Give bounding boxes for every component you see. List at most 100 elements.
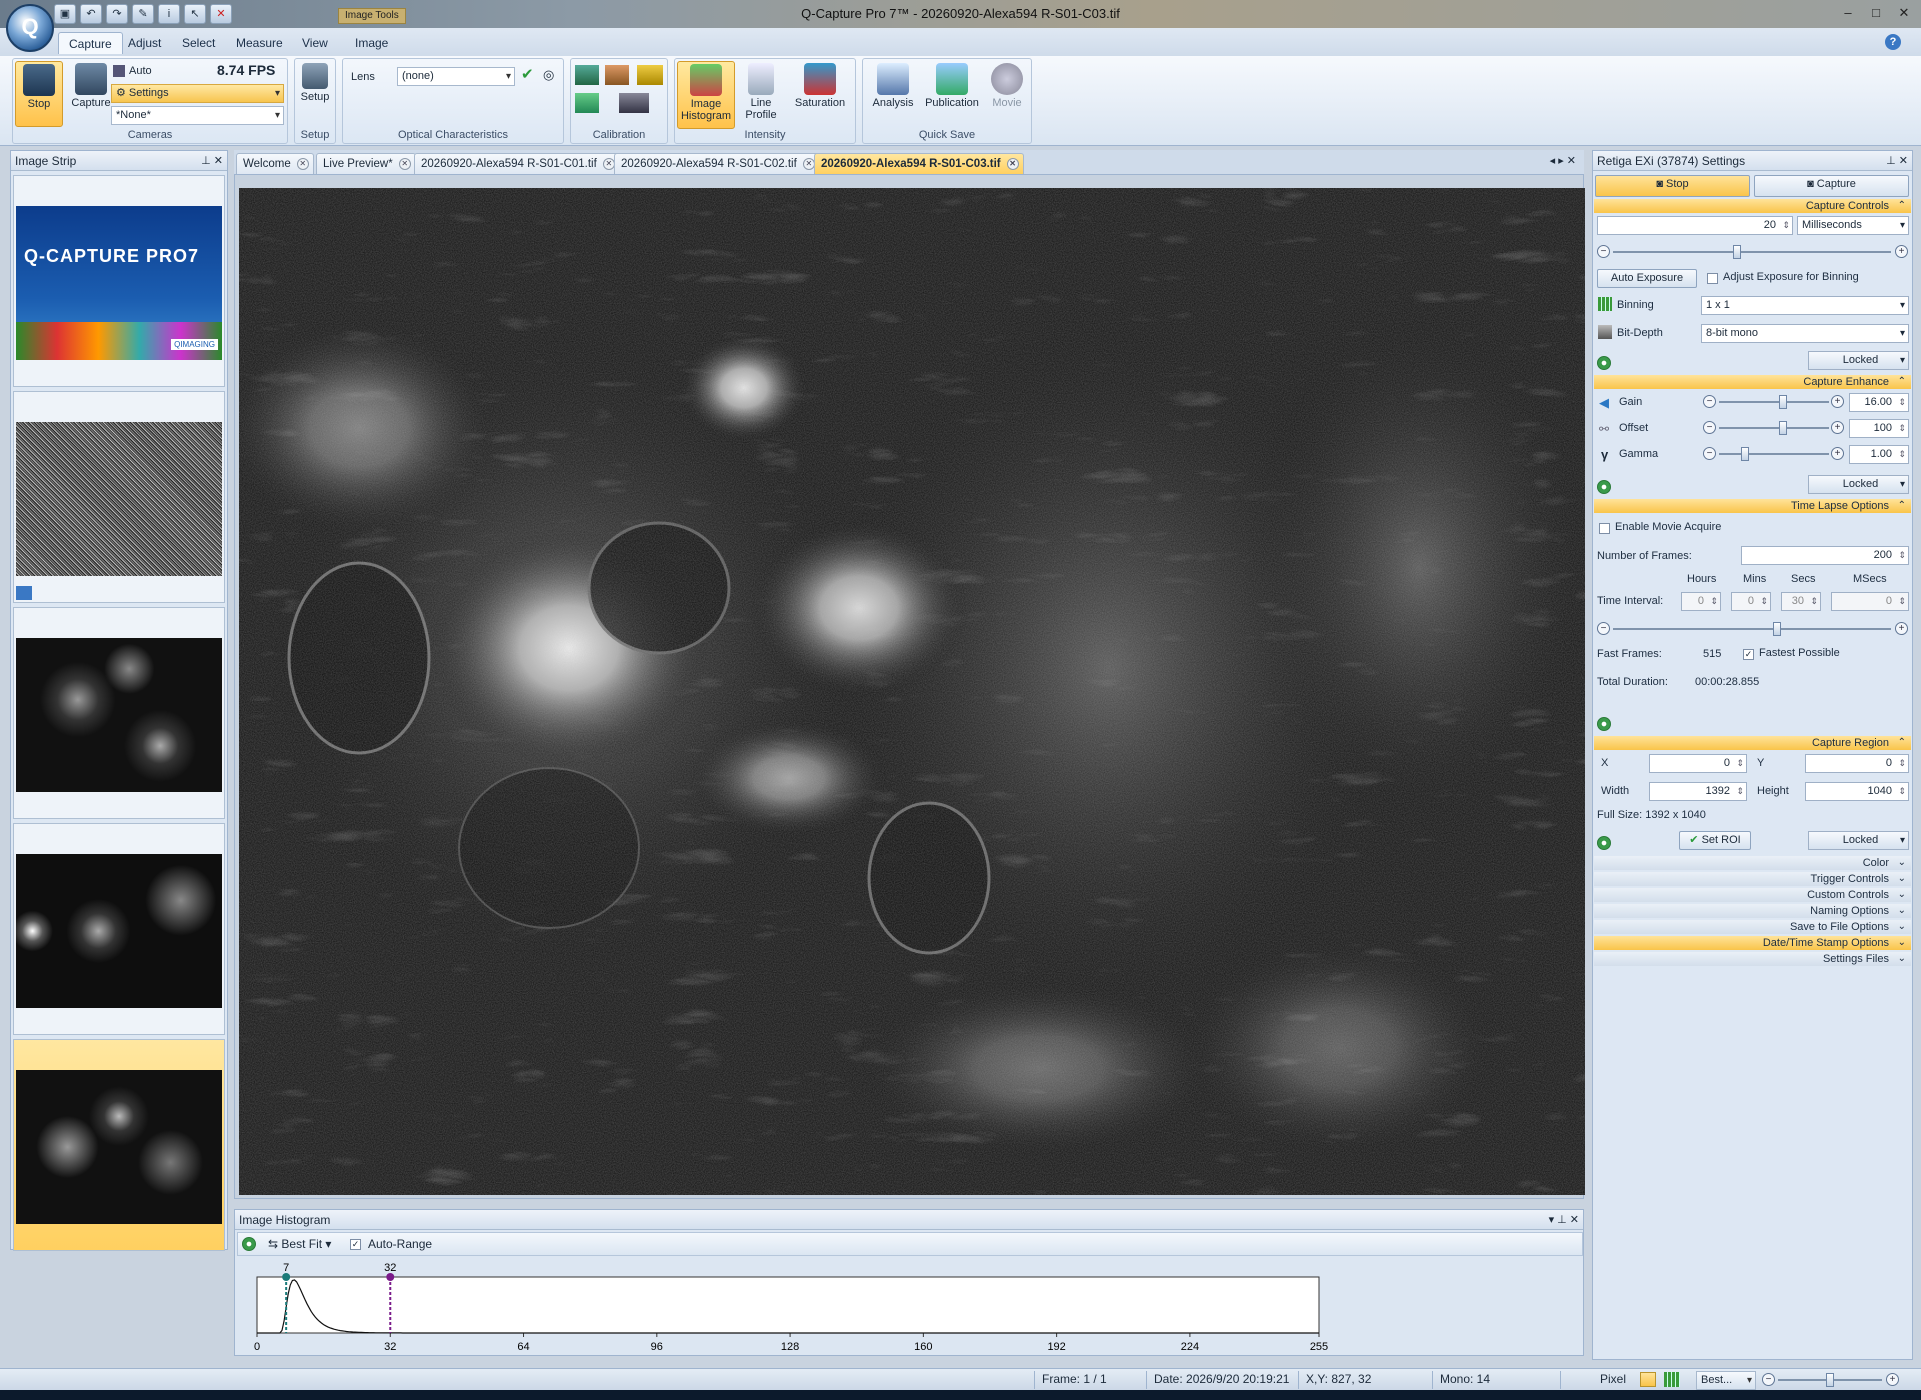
gain-slider[interactable]	[1719, 395, 1829, 409]
auto-exposure-settings-button[interactable]: Auto Exposure	[1597, 269, 1697, 288]
camera-calibration-icon[interactable]	[619, 93, 649, 113]
tab-adjust[interactable]: Adjust	[118, 32, 171, 54]
tab-view[interactable]: View	[292, 32, 338, 54]
num-frames-field[interactable]: 200	[1741, 546, 1909, 565]
microscopy-image[interactable]	[239, 188, 1585, 1195]
zoom-in-icon[interactable]: +	[1886, 1373, 1899, 1386]
settings-dropdown[interactable]: ⚙ Settings	[111, 84, 284, 103]
ruler-icon[interactable]	[605, 65, 629, 85]
exposure-field[interactable]: 20	[1597, 216, 1793, 235]
adjust-binning-checkbox[interactable]	[1707, 273, 1718, 284]
section-save-to-file[interactable]: Save to File Options ⌄	[1594, 920, 1911, 934]
capture-button[interactable]: Capture	[67, 61, 115, 127]
reset-icon[interactable]	[1597, 480, 1611, 494]
help-icon[interactable]: ?	[1885, 34, 1901, 50]
line-profile-button[interactable]: Line Profile	[739, 61, 783, 127]
exposure-slider[interactable]	[1613, 245, 1891, 259]
slider-thumb[interactable]	[1733, 245, 1741, 259]
section-date-time-stamp[interactable]: Date/Time Stamp Options ⌄	[1594, 936, 1911, 950]
scale-bar-icon[interactable]	[637, 65, 663, 85]
exposure-unit-dropdown[interactable]: Milliseconds	[1797, 216, 1909, 235]
section-color[interactable]: Color ⌄	[1594, 856, 1911, 870]
close-tab-icon[interactable]: ✕	[602, 158, 615, 170]
analysis-button[interactable]: Analysis	[867, 61, 919, 127]
section-capture-region[interactable]: Capture Region ⌃	[1594, 736, 1911, 750]
panel-pin-close-icons[interactable]: ⊥ ✕	[1886, 151, 1908, 171]
live-camera-icon[interactable]	[16, 586, 32, 600]
section-naming-options[interactable]: Naming Options ⌄	[1594, 904, 1911, 918]
reset-icon[interactable]	[1597, 836, 1611, 850]
panel-menu-pin-close-icons[interactable]: ▾ ⊥ ✕	[1549, 1210, 1579, 1230]
y-field[interactable]: 0	[1805, 754, 1909, 773]
stop-button[interactable]: Stop	[15, 61, 63, 127]
tab-image[interactable]: Image	[345, 32, 398, 54]
locked-dropdown[interactable]: Locked	[1808, 351, 1909, 370]
interval-msecs-field[interactable]: 0	[1831, 592, 1909, 611]
doc-tab-live-preview[interactable]: Live Preview* ✕	[316, 153, 416, 174]
gain-field[interactable]: 16.00	[1849, 393, 1909, 412]
reset-icon[interactable]	[1597, 717, 1611, 731]
enable-movie-checkbox[interactable]	[1599, 523, 1610, 534]
minus-icon[interactable]: −	[1703, 421, 1716, 434]
panel-pin-close-icons[interactable]: ⊥ ✕	[201, 151, 223, 171]
image-view-icon[interactable]	[1640, 1372, 1656, 1387]
doc-tab-c01[interactable]: 20260920-Alexa594 R-S01-C01.tif ✕	[414, 153, 620, 174]
tab-select[interactable]: Select	[172, 32, 225, 54]
plus-icon[interactable]: +	[1895, 245, 1908, 258]
width-field[interactable]: 1392	[1649, 782, 1747, 801]
lens-settings-icon[interactable]: ◎	[543, 65, 554, 85]
height-field[interactable]: 1040	[1805, 782, 1909, 801]
plus-icon[interactable]: +	[1895, 622, 1908, 635]
minus-icon[interactable]: −	[1703, 447, 1716, 460]
gamma-slider[interactable]	[1719, 447, 1829, 461]
minus-icon[interactable]: −	[1597, 245, 1610, 258]
interval-slider[interactable]	[1613, 622, 1891, 636]
doc-tab-c02[interactable]: 20260920-Alexa594 R-S01-C02.tif ✕	[614, 153, 820, 174]
close-tab-icon[interactable]: ✕	[1006, 158, 1019, 170]
close-tab-icon[interactable]: ✕	[296, 158, 309, 170]
bit-depth-dropdown[interactable]: 8-bit mono	[1701, 324, 1909, 343]
slider-thumb[interactable]	[1779, 395, 1787, 409]
image-viewer[interactable]	[234, 174, 1585, 1199]
thumbnail-live-preview[interactable]	[13, 391, 225, 603]
minus-icon[interactable]: −	[1597, 622, 1610, 635]
maximize-button[interactable]: □	[1863, 4, 1889, 22]
section-capture-controls[interactable]: Capture Controls ⌃	[1594, 199, 1911, 213]
section-time-lapse[interactable]: Time Lapse Options ⌃	[1594, 499, 1911, 513]
settings-capture-button[interactable]: ◙ Capture	[1754, 175, 1909, 197]
set-roi-button[interactable]: ✔ Set ROI	[1679, 831, 1751, 850]
section-trigger-controls[interactable]: Trigger Controls ⌄	[1594, 872, 1911, 886]
minimize-button[interactable]: –	[1835, 4, 1861, 22]
saturation-button[interactable]: Saturation	[787, 61, 853, 127]
gamma-field[interactable]: 1.00	[1849, 445, 1909, 464]
zoom-out-icon[interactable]: −	[1762, 1373, 1775, 1386]
section-capture-enhance[interactable]: Capture Enhance ⌃	[1594, 375, 1911, 389]
close-button[interactable]: ✕	[1891, 4, 1917, 22]
thumbnail-splash[interactable]: Q-CAPTURE PRO7 QIMAGING	[13, 175, 225, 387]
interval-mins-field[interactable]: 0	[1731, 592, 1771, 611]
auto-range-checkbox[interactable]: ✓	[350, 1239, 361, 1250]
auto-exposure-button[interactable]: Auto Exposure	[113, 61, 193, 97]
tab-scroll-close-icons[interactable]: ◂ ▸ ✕	[1550, 154, 1576, 167]
thumbnail-c02[interactable]	[13, 823, 225, 1035]
refresh-calibration-icon[interactable]	[575, 93, 599, 113]
reset-icon[interactable]	[1597, 356, 1611, 370]
binning-dropdown[interactable]: 1 x 1	[1701, 296, 1909, 315]
plus-icon[interactable]: +	[1831, 421, 1844, 434]
zoom-slider[interactable]	[1778, 1373, 1882, 1387]
app-menu-button[interactable]: Q	[6, 4, 54, 52]
interval-secs-field[interactable]: 30	[1781, 592, 1821, 611]
locked-dropdown[interactable]: Locked	[1808, 831, 1909, 850]
tab-capture[interactable]: Capture	[58, 32, 123, 54]
minus-icon[interactable]: −	[1703, 395, 1716, 408]
thumbnail-c03-selected[interactable]	[13, 1039, 225, 1251]
image-histogram-button[interactable]: Image Histogram	[677, 61, 735, 129]
x-field[interactable]: 0	[1649, 754, 1747, 773]
doc-tab-c03[interactable]: 20260920-Alexa594 R-S01-C03.tif ✕	[814, 153, 1024, 174]
close-tab-icon[interactable]: ✕	[802, 158, 815, 170]
tab-measure[interactable]: Measure	[226, 32, 293, 54]
locked-dropdown[interactable]: Locked	[1808, 475, 1909, 494]
close-tab-icon[interactable]: ✕	[398, 158, 411, 170]
doc-tab-welcome[interactable]: Welcome ✕	[236, 153, 314, 174]
offset-slider[interactable]	[1719, 421, 1829, 435]
